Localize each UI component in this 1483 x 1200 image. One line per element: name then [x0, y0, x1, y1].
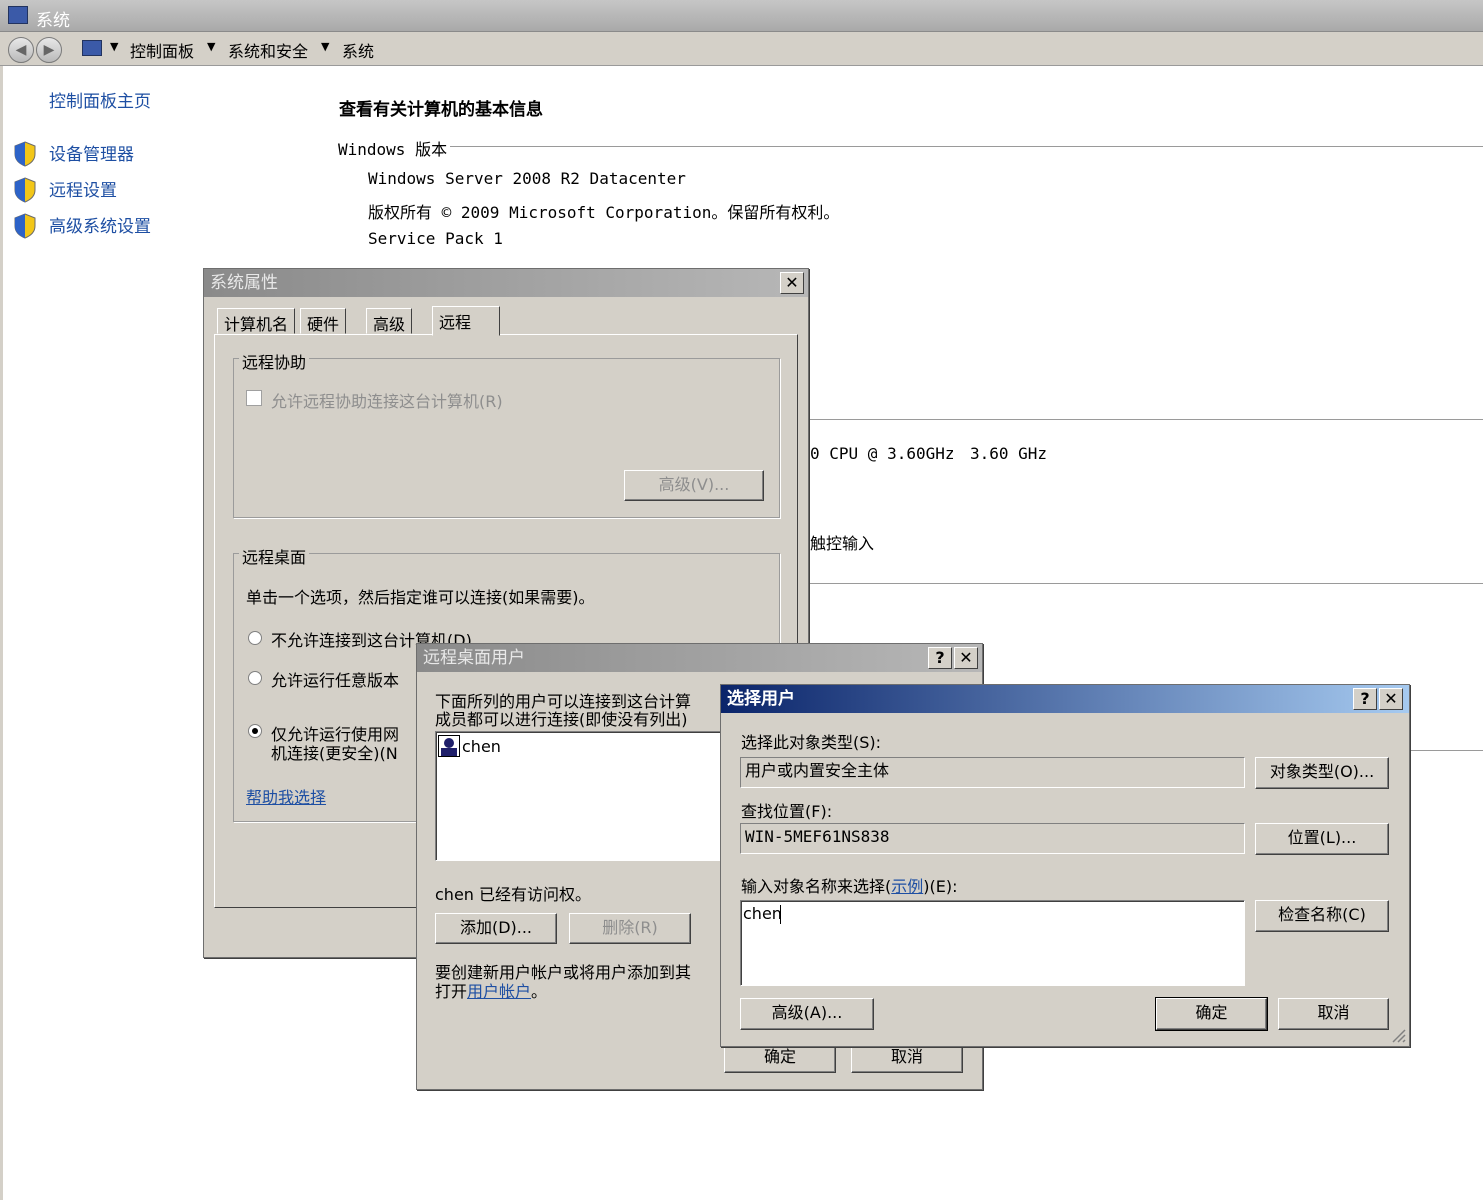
- windows-edition-label: Windows 版本: [338, 140, 448, 159]
- close-button[interactable]: ✕: [1379, 688, 1403, 710]
- nla-only-radio[interactable]: [248, 724, 262, 738]
- remote-desktop-instruction: 单击一个选项，然后指定谁可以连接(如果需要)。: [246, 588, 595, 607]
- tab-remote[interactable]: 远程: [432, 306, 500, 336]
- enter-names-label: 输入对象名称来选择(示例)(E):: [741, 877, 958, 896]
- access-note: chen 已经有访问权。: [435, 885, 592, 904]
- nla-only-label-line2: 机连接(更安全)(N: [271, 744, 398, 763]
- page-title: 查看有关计算机的基本信息: [339, 100, 543, 120]
- close-button[interactable]: ✕: [780, 272, 804, 294]
- ok-button[interactable]: 确定: [1155, 997, 1268, 1031]
- advanced-button[interactable]: 高级(A)...: [740, 998, 874, 1030]
- resize-grip-icon[interactable]: [1390, 1027, 1406, 1043]
- remote-desktop-users-titlebar: 远程桌面用户: [417, 644, 982, 672]
- remove-user-button[interactable]: 删除(R): [569, 913, 691, 944]
- tab-advanced[interactable]: 高级: [366, 308, 413, 334]
- object-types-button[interactable]: 对象类型(O)...: [1255, 757, 1389, 789]
- allow-remote-assistance-label: 允许远程协助连接这台计算机(R): [271, 392, 503, 411]
- select-users-titlebar: 选择用户: [721, 685, 1409, 713]
- any-version-radio[interactable]: [248, 671, 262, 685]
- remote-assistance-label: 远程协助: [239, 349, 310, 373]
- close-button[interactable]: ✕: [954, 647, 978, 669]
- breadcrumb-system-security[interactable]: 系统和安全: [228, 38, 308, 62]
- system-app-icon: [8, 6, 28, 24]
- control-panel-home-link[interactable]: 控制面板主页: [49, 87, 151, 112]
- remote-desktop-label: 远程桌面: [239, 544, 310, 568]
- edition-text: Windows Server 2008 R2 Datacenter: [368, 169, 686, 188]
- any-version-label: 允许运行任意版本: [271, 671, 400, 690]
- shield-icon: [14, 177, 36, 203]
- object-names-value: chen: [743, 904, 782, 923]
- pen-touch-text: 触控输入: [810, 534, 875, 553]
- object-type-label: 选择此对象类型(S):: [741, 733, 882, 752]
- chevron-down-icon[interactable]: ▼: [321, 40, 329, 53]
- shield-icon: [14, 213, 36, 239]
- section-divider: [808, 419, 1483, 420]
- help-me-choose-link[interactable]: 帮助我选择: [246, 784, 326, 808]
- back-button[interactable]: ◀: [8, 37, 34, 63]
- check-names-button[interactable]: 检查名称(C): [1255, 900, 1389, 932]
- section-divider: [808, 583, 1483, 584]
- object-type-field: 用户或内置安全主体: [740, 757, 1245, 788]
- tab-computer-name[interactable]: 计算机名: [217, 308, 296, 334]
- help-button[interactable]: ?: [1353, 688, 1377, 710]
- sidebar-item-remote-settings[interactable]: 远程设置: [49, 176, 117, 201]
- control-panel-icon: [82, 40, 102, 56]
- shield-icon: [14, 141, 36, 167]
- window-title: 系统: [36, 11, 70, 31]
- processor-text: 0 CPU @ 3.60GHz: [810, 444, 955, 463]
- sidebar-item-device-manager[interactable]: 设备管理器: [49, 140, 134, 165]
- sidebar-item-advanced-system-settings[interactable]: 高级系统设置: [49, 212, 151, 237]
- examples-link[interactable]: 示例: [891, 877, 923, 896]
- text-cursor: [780, 905, 781, 924]
- tab-hardware[interactable]: 硬件: [300, 308, 347, 334]
- cancel-button[interactable]: 取消: [1278, 998, 1389, 1030]
- service-pack-text: Service Pack 1: [368, 229, 503, 248]
- window-left-border: [0, 66, 3, 1200]
- users-description-line2: 成员都可以进行连接(即使没有列出): [435, 710, 688, 729]
- list-item[interactable]: chen: [462, 737, 501, 756]
- forward-button[interactable]: ▶: [36, 37, 62, 63]
- section-divider: [450, 146, 1483, 147]
- no-connections-radio[interactable]: [248, 631, 262, 645]
- allow-remote-assistance-checkbox[interactable]: [246, 390, 262, 406]
- user-icon: [438, 735, 460, 757]
- breadcrumb-system[interactable]: 系统: [342, 38, 374, 62]
- section-divider: [1410, 750, 1483, 751]
- help-button[interactable]: ?: [928, 647, 952, 669]
- system-properties-titlebar: 系统属性: [204, 269, 808, 297]
- locations-button[interactable]: 位置(L)...: [1255, 823, 1389, 855]
- main-titlebar: [0, 0, 1483, 32]
- object-names-input[interactable]: [740, 900, 1245, 986]
- address-bar: [0, 32, 1483, 66]
- location-field: WIN-5MEF61NS838: [740, 823, 1245, 854]
- remote-assistance-advanced-button[interactable]: 高级(V)...: [624, 470, 764, 501]
- create-account-line2: 打开用户帐户。: [435, 982, 548, 1001]
- copyright-text: 版权所有 © 2009 Microsoft Corporation。保留所有权利…: [368, 203, 840, 222]
- chevron-down-icon[interactable]: ▼: [207, 40, 215, 53]
- location-label: 查找位置(F):: [741, 802, 833, 821]
- add-user-button[interactable]: 添加(D)...: [435, 913, 557, 944]
- breadcrumb-control-panel[interactable]: 控制面板: [130, 38, 194, 62]
- processor-speed-text: 3.60 GHz: [970, 444, 1048, 463]
- user-accounts-link[interactable]: 用户帐户: [467, 982, 531, 1001]
- chevron-down-icon[interactable]: ▼: [110, 40, 118, 53]
